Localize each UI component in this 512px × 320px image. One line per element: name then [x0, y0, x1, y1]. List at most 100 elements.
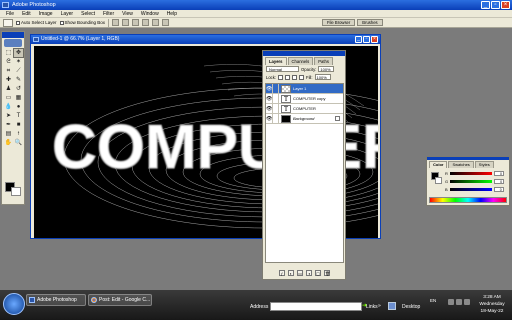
align-left-icon[interactable]	[142, 19, 150, 26]
tab-styles[interactable]: Styles	[474, 161, 494, 168]
layer-row-layer-1[interactable]: 👁 Layer 1	[266, 83, 343, 94]
doc-maximize-button[interactable]: ▫	[363, 36, 370, 43]
fill-field[interactable]: 100%	[314, 74, 331, 80]
auto-select-layer-checkbox[interactable]: Auto Select Layer	[16, 20, 57, 25]
blend-mode-select[interactable]: Normal	[266, 66, 299, 72]
background-color-swatch[interactable]	[11, 187, 21, 196]
blur-tool-icon[interactable]: 💧	[4, 103, 13, 111]
move-tool-preset-icon[interactable]	[3, 18, 13, 27]
taskbar-chrome-button[interactable]: Post: Edit - Google C...	[88, 294, 152, 306]
align-center-icon[interactable]	[152, 19, 160, 26]
address-input[interactable]	[270, 302, 362, 311]
type-tool-icon[interactable]: T	[14, 112, 23, 120]
layers-panel-header[interactable]	[263, 51, 345, 56]
layer-row-background[interactable]: 👁 Background	[266, 113, 343, 124]
menu-help[interactable]: Help	[163, 11, 181, 17]
path-selection-tool-icon[interactable]: ➤	[4, 112, 13, 120]
align-right-icon[interactable]	[162, 19, 170, 26]
restore-button[interactable]: ▫	[491, 1, 500, 9]
layer-set-icon[interactable]: ▭	[297, 269, 303, 276]
tab-layers[interactable]: Layers	[265, 57, 287, 65]
lasso-tool-icon[interactable]: ᘓ	[4, 58, 13, 66]
tray-network-icon[interactable]	[448, 299, 454, 305]
tray-volume-icon[interactable]	[456, 299, 462, 305]
menu-view[interactable]: View	[118, 11, 137, 17]
blue-slider-row[interactable]: B 0	[445, 186, 507, 192]
slice-tool-icon[interactable]: ⟋	[14, 67, 23, 75]
marquee-tool-icon[interactable]: ⬚	[4, 49, 13, 57]
toolbox-header[interactable]	[2, 32, 24, 38]
tab-swatches[interactable]: Swatches	[448, 161, 474, 168]
file-browser-tab[interactable]: File Browser	[322, 19, 356, 26]
hand-tool-icon[interactable]: ✋	[4, 139, 13, 147]
desktop-toolbar[interactable]: Desktop	[402, 304, 420, 310]
start-button[interactable]	[3, 293, 25, 315]
delete-layer-icon[interactable]: 🗑	[324, 269, 330, 276]
eyedropper-tool-icon[interactable]: ⟊	[14, 130, 23, 138]
close-button[interactable]: ×	[501, 1, 510, 9]
links-toolbar[interactable]: Links	[366, 304, 378, 310]
show-bounding-box-checkbox[interactable]: Show Bounding Box	[59, 20, 105, 25]
align-bottom-icon[interactable]	[132, 19, 140, 26]
new-layer-icon[interactable]: ▢	[315, 269, 321, 276]
healing-brush-tool-icon[interactable]: ✚	[4, 76, 13, 84]
menu-filter[interactable]: Filter	[99, 11, 118, 17]
notes-tool-icon[interactable]: ▤	[4, 130, 13, 138]
brushes-tab[interactable]: Brushes	[357, 19, 383, 26]
blue-slider[interactable]	[449, 187, 492, 191]
tray-flag-icon[interactable]	[464, 299, 470, 305]
green-value[interactable]: 0	[494, 178, 505, 184]
add-layer-style-icon[interactable]: ƒ	[279, 269, 285, 276]
tab-channels[interactable]: Channels	[287, 57, 314, 65]
tab-paths[interactable]: Paths	[314, 57, 333, 65]
crop-tool-icon[interactable]: ⌗	[4, 67, 13, 75]
visibility-eye-icon[interactable]: 👁	[266, 83, 273, 94]
zoom-tool-icon[interactable]: 🔍	[14, 139, 23, 147]
lock-all-icon[interactable]	[299, 74, 305, 80]
magic-wand-tool-icon[interactable]: ✶	[14, 58, 23, 66]
doc-close-button[interactable]: ×	[371, 36, 378, 43]
add-mask-icon[interactable]: ◐	[288, 269, 294, 276]
menu-layer[interactable]: Layer	[57, 11, 78, 17]
color-spectrum-ramp[interactable]	[429, 197, 507, 203]
blue-value[interactable]: 0	[493, 186, 504, 192]
color-panel-header[interactable]	[427, 157, 509, 160]
color-swatches[interactable]	[5, 182, 23, 196]
layer-row-computer-copy[interactable]: 👁 T COMPUTER copy	[266, 93, 343, 104]
brush-tool-icon[interactable]: ✎	[14, 76, 23, 84]
history-brush-tool-icon[interactable]: ↺	[14, 85, 23, 93]
menu-image[interactable]: Image	[35, 11, 57, 17]
menu-edit[interactable]: Edit	[18, 11, 35, 17]
clone-stamp-tool-icon[interactable]: ♟	[4, 85, 13, 93]
align-middle-icon[interactable]	[122, 19, 130, 26]
layer-link-slot[interactable]	[273, 93, 279, 104]
visibility-eye-icon[interactable]: 👁	[266, 103, 273, 114]
opacity-field[interactable]: 100%	[318, 66, 335, 72]
visibility-eye-icon[interactable]: 👁	[266, 93, 273, 104]
red-value[interactable]: 0	[493, 170, 504, 176]
lock-transparency-icon[interactable]	[278, 74, 284, 80]
eraser-tool-icon[interactable]: ▭	[4, 94, 13, 102]
layer-link-slot[interactable]	[273, 103, 279, 114]
red-slider[interactable]	[449, 171, 492, 175]
color-bg-swatch[interactable]	[435, 177, 442, 184]
minimize-button[interactable]: _	[481, 1, 490, 9]
layer-row-computer[interactable]: 👁 T COMPUTER	[266, 103, 343, 114]
dodge-tool-icon[interactable]: ●	[14, 103, 23, 111]
adjustment-layer-icon[interactable]: ◑	[306, 269, 312, 276]
layer-link-slot[interactable]	[273, 83, 279, 94]
links-chevron-icon[interactable]: »	[378, 303, 381, 309]
menu-file[interactable]: File	[2, 11, 18, 17]
taskbar-photoshop-button[interactable]: Adobe Photoshop	[26, 294, 86, 306]
desktop-icon[interactable]	[388, 302, 396, 310]
lock-position-icon[interactable]	[292, 74, 298, 80]
language-indicator[interactable]: EN	[430, 298, 436, 303]
visibility-eye-icon[interactable]: 👁	[266, 113, 273, 124]
tab-color[interactable]: Color	[429, 161, 448, 168]
green-slider[interactable]	[450, 179, 493, 183]
menu-window[interactable]: Window	[137, 11, 163, 17]
red-slider-row[interactable]: R 0	[445, 170, 507, 176]
document-titlebar[interactable]: Untitled-1 @ 66.7% (Layer 1, RGB) _ ▫ ×	[31, 35, 380, 44]
lock-image-icon[interactable]	[285, 74, 291, 80]
green-slider-row[interactable]: G 0	[445, 178, 507, 184]
